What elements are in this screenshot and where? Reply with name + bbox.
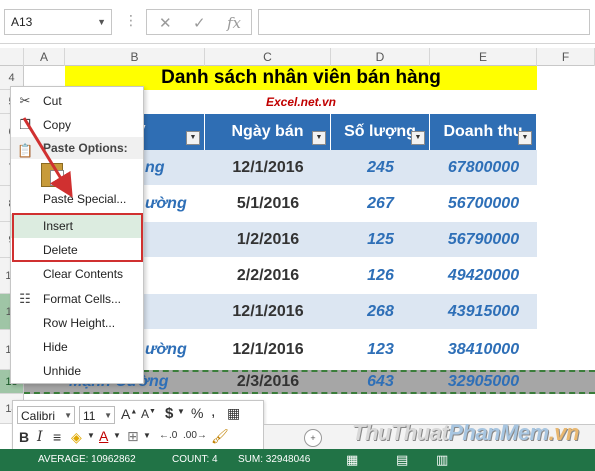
chevron-down-icon[interactable]: ▼ xyxy=(113,431,121,440)
mini-toolbar: Calibri ▼ 11 ▼ A▲ A▼ $ ▼ % , ▦ B I ≡ ◈ ▼… xyxy=(12,400,264,450)
decrease-decimal-icon[interactable]: .00→ xyxy=(183,430,207,441)
paintbrush-icon[interactable]: 🖌 xyxy=(211,428,229,445)
currency-button[interactable]: $ xyxy=(165,405,173,422)
percent-button[interactable]: % xyxy=(191,405,203,421)
chevron-down-icon[interactable]: ▼ xyxy=(177,407,185,416)
fill-color-icon[interactable]: ◈ xyxy=(71,429,82,446)
increase-decimal-icon[interactable]: ←.0 xyxy=(159,430,177,441)
chevron-down-icon: ▼ xyxy=(64,411,72,420)
font-size-select[interactable]: 11 ▼ xyxy=(79,406,115,424)
font-select-value: Calibri xyxy=(21,409,56,423)
font-select[interactable]: Calibri ▼ xyxy=(17,406,75,424)
watermark-part: .vn xyxy=(548,420,580,445)
borders-icon[interactable]: ⊞ xyxy=(127,428,139,445)
page-layout-icon[interactable]: ▤ xyxy=(396,452,408,468)
status-average: AVERAGE: 10962862 xyxy=(38,454,136,465)
watermark-part: PhanMem xyxy=(448,420,549,445)
format-painter-icon[interactable]: ▦ xyxy=(227,405,240,422)
comma-button[interactable]: , xyxy=(211,403,215,421)
chevron-down-icon[interactable]: ▼ xyxy=(143,431,151,440)
font-color-icon[interactable]: A xyxy=(99,428,108,444)
status-bar: AVERAGE: 10962862 COUNT: 4 SUM: 32948046… xyxy=(0,449,595,471)
bold-button[interactable]: B xyxy=(19,429,29,445)
watermark: ThuThuatPhanMem.vn xyxy=(352,420,579,446)
normal-view-icon[interactable]: ▦ xyxy=(346,452,358,468)
italic-button[interactable]: I xyxy=(37,429,43,445)
chevron-down-icon: ▼ xyxy=(104,411,112,420)
align-center-icon[interactable]: ≡ xyxy=(53,429,61,445)
status-sum: SUM: 32948046 xyxy=(238,454,311,465)
status-count: COUNT: 4 xyxy=(172,454,218,465)
chevron-down-icon[interactable]: ▼ xyxy=(87,431,95,440)
page-break-icon[interactable]: ▥ xyxy=(436,452,448,468)
add-sheet-icon[interactable]: + xyxy=(304,429,322,447)
decrease-font-icon[interactable]: A▼ xyxy=(141,407,156,421)
increase-font-icon[interactable]: A▲ xyxy=(121,406,137,422)
font-size-value: 11 xyxy=(83,409,96,423)
watermark-part: ThuThuat xyxy=(352,420,449,445)
